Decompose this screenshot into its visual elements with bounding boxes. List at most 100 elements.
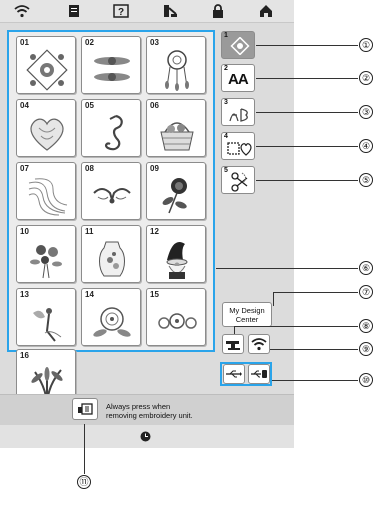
design-13[interactable]: 13 [16, 288, 76, 346]
help-icon[interactable]: ? [113, 3, 129, 19]
design-number: 05 [85, 101, 94, 110]
usb-icon [226, 370, 242, 378]
callout-3: ③ [359, 105, 373, 119]
embroidery-unit-icon [78, 403, 93, 415]
monogram-icon [229, 108, 248, 122]
thread-icon[interactable] [162, 3, 178, 19]
callout-6: ⑥ [359, 261, 373, 275]
scissors-pattern-icon [231, 172, 248, 192]
seahorse-icon [104, 114, 123, 151]
usb-media-button-2[interactable] [248, 364, 270, 384]
home-icon[interactable] [258, 3, 274, 19]
callout-10: ⑩ [359, 373, 373, 387]
callout-1: ① [359, 38, 373, 52]
document-icon[interactable] [66, 3, 82, 19]
design-04[interactable]: 04 [16, 99, 76, 157]
design-14[interactable]: 14 [81, 288, 141, 346]
design-01[interactable]: 01 [16, 36, 76, 94]
category-number: 5 [224, 167, 228, 174]
callout-2: ② [359, 71, 373, 85]
design-15[interactable]: 15 [146, 288, 206, 346]
leader-line [273, 292, 358, 293]
floral-border-icon [94, 57, 130, 81]
design-number: 13 [20, 290, 29, 299]
sewing-machine-icon [226, 341, 240, 350]
frame-shapes-icon [227, 142, 252, 156]
callout-4: ④ [359, 139, 373, 153]
top-toolbar: ? [0, 0, 294, 23]
clock-icon [140, 431, 151, 442]
embroidery-unit-button[interactable] [72, 398, 98, 420]
design-06[interactable]: 06 [146, 99, 206, 157]
design-grid: 01 02 03 04 05 06 07 08 09 10 11 12 13 1… [7, 30, 215, 352]
message-bar: Always press when removing embroidery un… [0, 394, 294, 425]
usb-icon [251, 370, 267, 378]
scroll-ornament-icon [93, 188, 131, 204]
wireless-button[interactable] [248, 334, 270, 354]
callout-9: ⑨ [359, 342, 373, 356]
design-number: 03 [150, 38, 159, 47]
design-10[interactable]: 10 [16, 225, 76, 283]
design-05[interactable]: 05 [81, 99, 141, 157]
leader-line [273, 292, 274, 306]
design-07[interactable]: 07 [16, 162, 76, 220]
dreamcatcher-icon [165, 50, 189, 91]
design-number: 04 [20, 101, 29, 110]
category-number: 1 [224, 32, 228, 39]
leader-line [272, 380, 358, 381]
category-scissors-patterns[interactable]: 5 [221, 166, 255, 194]
lace-heart-icon [30, 118, 64, 151]
design-02[interactable]: 02 [81, 36, 141, 94]
fairy-icon [33, 308, 62, 342]
design-number: 06 [150, 101, 159, 110]
rose-icon [162, 178, 187, 214]
design-number: 14 [85, 290, 94, 299]
category-monogram[interactable]: 3 [221, 98, 255, 126]
peony-icon [93, 307, 131, 337]
removal-message: Always press when removing embroidery un… [106, 402, 193, 420]
flower-row-icon [158, 313, 197, 329]
alphabet-font-icon: AA [228, 71, 249, 88]
basket-icon [160, 122, 194, 151]
category-alphabet[interactable]: 2 AA [221, 64, 255, 92]
design-number: 16 [20, 351, 29, 360]
usb-media-button[interactable] [223, 364, 245, 384]
design-number: 10 [20, 227, 29, 236]
callout-11: ⑪ [77, 475, 91, 489]
design-09[interactable]: 09 [146, 162, 206, 220]
leader-line [84, 424, 85, 474]
leader-line [216, 268, 358, 269]
category-embroidery-patterns[interactable]: 1 [221, 31, 255, 59]
design-number: 01 [20, 38, 29, 47]
lock-icon[interactable] [210, 3, 226, 19]
leader-line [256, 180, 358, 181]
leader-line [270, 349, 358, 350]
my-design-center-label: My Design Center [229, 306, 265, 324]
ornament-square-icon [26, 49, 68, 91]
leader-line [256, 45, 358, 46]
design-11[interactable]: 11 [81, 225, 141, 283]
design-12[interactable]: 12 [146, 225, 206, 283]
embroidery-pattern-icon [230, 37, 250, 55]
my-design-center-button[interactable]: My Design Center [222, 302, 272, 327]
bouquet-icon [30, 245, 62, 279]
gnome-icon [166, 242, 188, 279]
quilting-swirl-icon [28, 178, 68, 216]
footer-bar [0, 425, 294, 448]
leader-line [256, 78, 358, 79]
svg-text:?: ? [118, 7, 124, 18]
machine-memory-button[interactable] [222, 334, 244, 354]
callout-5: ⑤ [359, 173, 373, 187]
category-frame-shapes[interactable]: 4 [221, 132, 255, 160]
design-number: 15 [150, 290, 159, 299]
design-08[interactable]: 08 [81, 162, 141, 220]
callout-8: ⑧ [359, 319, 373, 333]
design-03[interactable]: 03 [146, 36, 206, 94]
design-number: 09 [150, 164, 159, 173]
design-number: 02 [85, 38, 94, 47]
wifi-icon[interactable] [14, 3, 30, 19]
wifi-icon [251, 338, 267, 351]
design-number: 07 [20, 164, 29, 173]
vase-icon [99, 241, 125, 277]
design-number: 11 [85, 227, 94, 236]
